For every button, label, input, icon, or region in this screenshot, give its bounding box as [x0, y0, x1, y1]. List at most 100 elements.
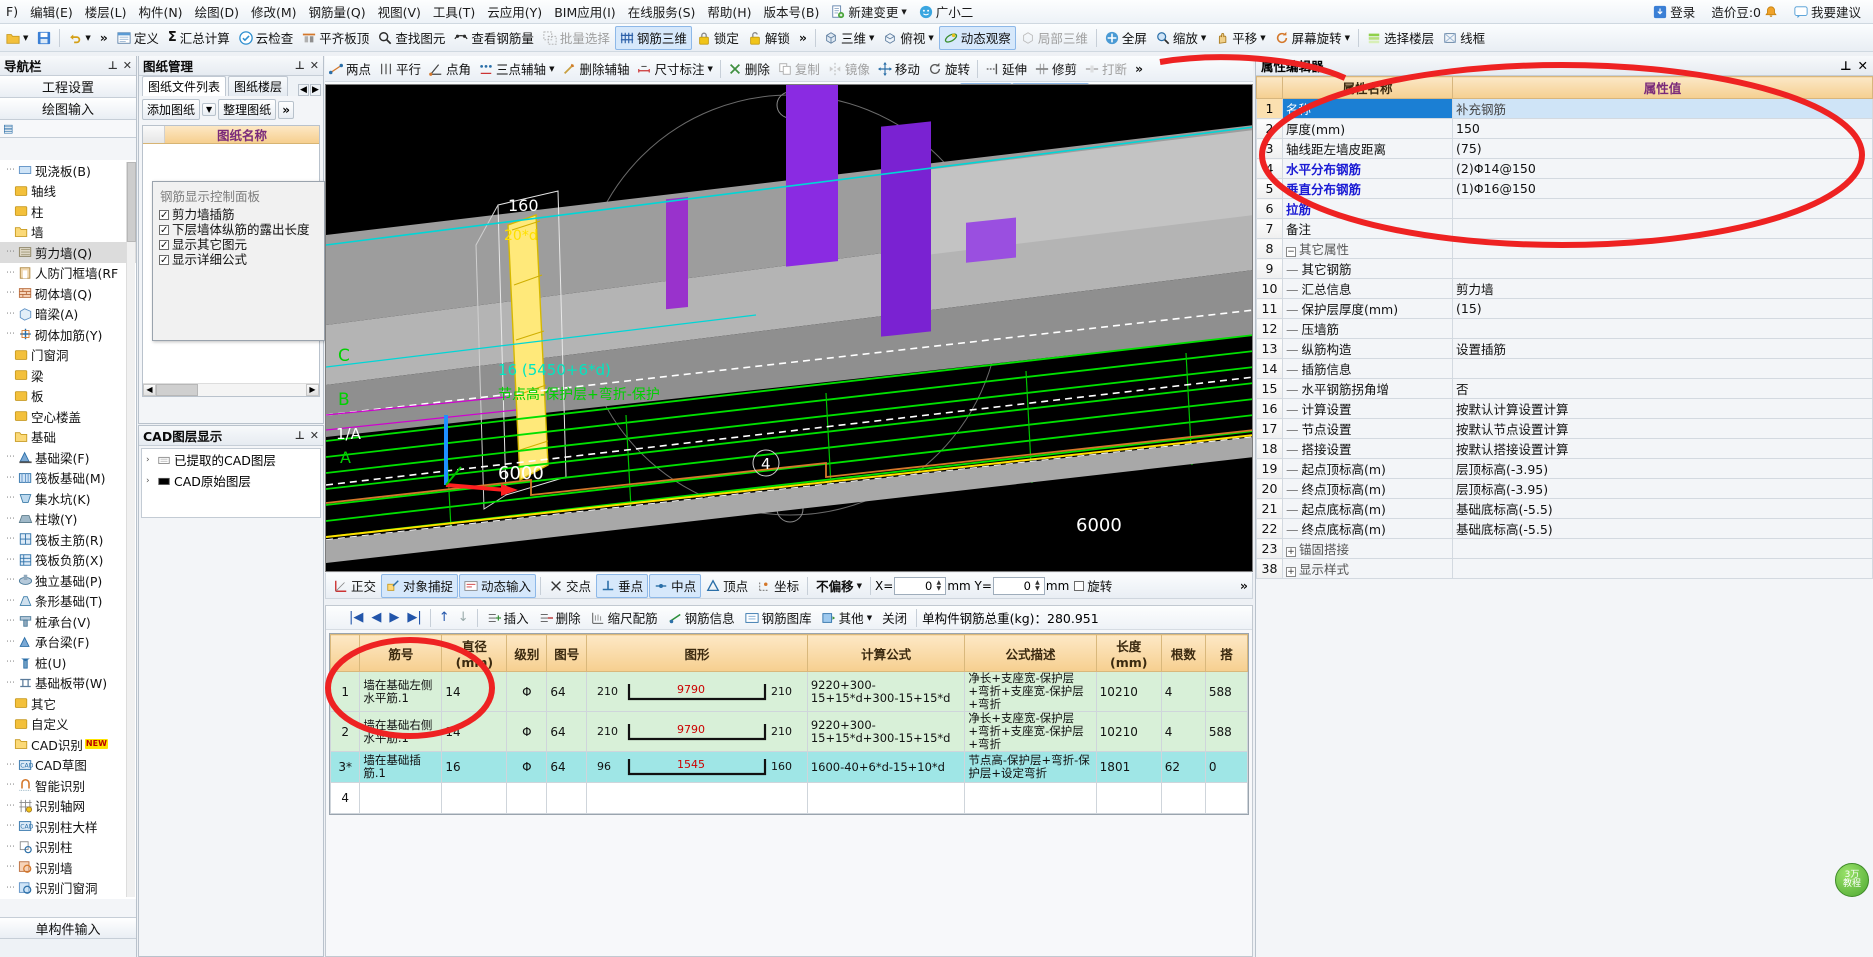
save-button[interactable]: [33, 26, 55, 50]
rebar-info-button[interactable]: 钢筋信息: [664, 606, 739, 630]
rebar-cell-picno[interactable]: 64: [546, 751, 588, 783]
edit-break[interactable]: 打断: [1081, 57, 1131, 81]
first-record-icon[interactable]: |◀: [346, 610, 366, 625]
3d-viewport[interactable]: 160 20*d 16 (5450+6*d) 节点高-保护层+弯折-保护 600…: [325, 84, 1253, 572]
rebar-col-no[interactable]: 筋号: [359, 634, 443, 672]
toolbar-orbit[interactable]: 动态观察: [938, 25, 1016, 50]
snap-vertex[interactable]: 顶点: [702, 574, 752, 598]
nav-tree-item[interactable]: ⋯ 桩(U): [0, 652, 136, 673]
chevron-down-icon[interactable]: ▼: [549, 65, 554, 73]
collapse-icon[interactable]: −: [1286, 247, 1296, 257]
rebar-cell-shape[interactable]: [586, 782, 808, 814]
property-value-cell[interactable]: [1452, 538, 1873, 559]
expand-icon[interactable]: ›: [146, 476, 154, 486]
property-row[interactable]: 23 + 锚固搭接: [1256, 538, 1873, 559]
property-row[interactable]: 19— 起点顶标高(m) 层顶标高(-3.95): [1256, 458, 1873, 479]
toolbar-rebar-3d[interactable]: 钢筋三维: [614, 25, 692, 50]
nav-tree-item[interactable]: ⋯ 剪力墙(Q): [0, 242, 136, 263]
nav-tree-item[interactable]: 梁: [0, 365, 136, 386]
rebar-cell-name[interactable]: 墙在基础左侧水平筋.1: [359, 671, 443, 712]
rebar-cell-formula[interactable]: 9220+300-15+15*d+300-15+15*d: [806, 671, 966, 712]
rebar-cell-lap[interactable]: 0: [1204, 751, 1249, 783]
menu-item-version[interactable]: 版本号(B): [758, 0, 826, 23]
property-value-cell[interactable]: (1)Φ16@150: [1452, 178, 1873, 199]
expand-icon[interactable]: +: [1286, 547, 1296, 557]
scale-rebar-button[interactable]: 缩尺配筋: [587, 606, 662, 630]
x-input[interactable]: 0 ▲ ▼: [894, 576, 947, 595]
nav-tree-item[interactable]: ⋯ 暗梁(A): [0, 304, 136, 325]
rebar-cell-grade[interactable]: Φ: [506, 711, 548, 752]
snap-ortho[interactable]: 正交: [330, 574, 380, 598]
property-row[interactable]: 18— 搭接设置 按默认搭接设置计算: [1256, 438, 1873, 459]
nav-tree-item[interactable]: 基础: [0, 427, 136, 448]
rebar-cell-picno[interactable]: [546, 782, 588, 814]
property-name-cell[interactable]: — 终点顶标高(m): [1282, 478, 1453, 499]
rebar-col-length[interactable]: 长度(mm): [1095, 634, 1162, 672]
close-icon[interactable]: ✕: [1858, 58, 1868, 73]
drawing-grid-hscrollbar[interactable]: ◀ ▶: [143, 383, 319, 396]
rebar-cell-diameter[interactable]: 16: [441, 751, 508, 783]
menu-item-help[interactable]: 帮助(H): [701, 0, 757, 23]
nav-tree-item[interactable]: ⋯ 柱墩(Y): [0, 509, 136, 530]
chevron-down-icon[interactable]: ▼: [869, 34, 874, 42]
offset-mode-combo[interactable]: 不偏移 ▼: [812, 574, 866, 598]
chevron-down-icon[interactable]: ▼: [707, 65, 712, 73]
toolbar-top-view[interactable]: 俯视 ▼: [879, 26, 937, 50]
property-name-cell[interactable]: — 计算设置: [1282, 398, 1453, 419]
property-value-cell[interactable]: 否: [1452, 378, 1873, 399]
property-row[interactable]: 14— 插筋信息: [1256, 358, 1873, 379]
property-value-cell[interactable]: 层顶标高(-3.95): [1452, 458, 1873, 479]
edit-delete[interactable]: 删除: [724, 57, 774, 81]
nav-tree-item[interactable]: ⋯ 识别轴网: [0, 796, 136, 817]
user-menu[interactable]: 广小二: [913, 0, 980, 23]
toolbar-3d-view[interactable]: 三维 ▼: [820, 26, 878, 50]
toolbar-partial-3d[interactable]: 局部三维: [1017, 26, 1092, 50]
chevron-down-icon[interactable]: ▼: [857, 582, 862, 590]
rebar-cell-lap[interactable]: 588: [1204, 711, 1249, 752]
snapbar-overflow[interactable]: »: [1236, 574, 1252, 598]
rebar-cell-formula[interactable]: [806, 782, 966, 814]
nav-tree-item[interactable]: CAD识别 NEW: [0, 734, 136, 755]
close-table-button[interactable]: 关闭: [878, 606, 911, 630]
snap-midpoint[interactable]: 中点: [649, 573, 702, 598]
checkbox[interactable]: [159, 238, 169, 253]
close-icon[interactable]: ✕: [123, 59, 132, 72]
nav-tree-item[interactable]: ⋯ 识别柱: [0, 837, 136, 858]
edit-mirror[interactable]: 镜像: [824, 57, 874, 81]
menu-item-floor[interactable]: 楼层(L): [79, 0, 133, 23]
property-row[interactable]: 3 轴线距左墙皮距离 (75): [1256, 138, 1873, 159]
property-value-cell[interactable]: [1452, 218, 1873, 239]
rebar-cell-count[interactable]: 62: [1160, 751, 1206, 783]
property-row[interactable]: 10— 汇总信息 剪力墙: [1256, 278, 1873, 299]
move-up-icon[interactable]: ↑: [436, 610, 453, 625]
property-row[interactable]: 11— 保护层厚度(mm) (15): [1256, 298, 1873, 319]
close-icon[interactable]: ✕: [310, 429, 319, 442]
nav-tree-item[interactable]: 柱: [0, 201, 136, 222]
other-button[interactable]: 其他 ▼: [818, 606, 876, 630]
insert-row-button[interactable]: 插入: [483, 606, 533, 630]
nav-tree-item[interactable]: ⋯ 筏板主筋(R): [0, 529, 136, 550]
nav-tree-item[interactable]: ⋯ 砌体加筋(Y): [0, 324, 136, 345]
nav-tree-item[interactable]: 板: [0, 386, 136, 407]
draw-point-angle[interactable]: 点角: [425, 57, 475, 81]
rebar-cell-shape[interactable]: 210 9790 210: [586, 671, 808, 712]
property-value-cell[interactable]: 补充钢筋: [1452, 98, 1873, 119]
scroll-left-icon[interactable]: ◀: [143, 384, 156, 396]
property-name-cell[interactable]: + 显示样式: [1282, 558, 1453, 579]
nav-tree-item[interactable]: 自定义: [0, 714, 136, 735]
draw-delete-axis[interactable]: 删除辅轴: [558, 57, 633, 81]
table-row[interactable]: 4: [329, 782, 1249, 814]
rebar-cell-diameter[interactable]: [441, 782, 508, 814]
scroll-right-icon[interactable]: ▶: [306, 384, 319, 396]
chevron-down-icon[interactable]: ▼: [867, 614, 872, 622]
toolbar-define[interactable]: 定义: [113, 26, 163, 50]
property-value-cell[interactable]: [1452, 198, 1873, 219]
toolbar-screen-rotate[interactable]: 屏幕旋转 ▼: [1271, 26, 1354, 50]
draw-toolbar-overflow[interactable]: »: [1131, 57, 1147, 81]
edit-copy[interactable]: 复制: [774, 57, 824, 81]
menu-item-modify[interactable]: 修改(M): [245, 0, 303, 23]
coins-indicator[interactable]: 造价豆:0: [1705, 0, 1784, 23]
rebar-col-shape[interactable]: 图形: [586, 634, 808, 672]
rotate-checkbox-group[interactable]: 旋转: [1070, 574, 1116, 598]
property-name-cell[interactable]: 垂直分布钢筋: [1282, 178, 1453, 199]
